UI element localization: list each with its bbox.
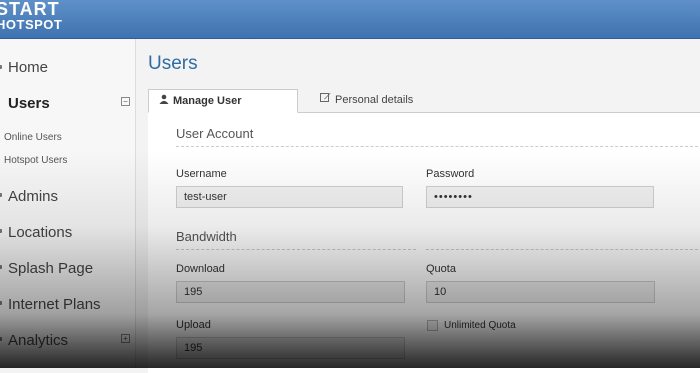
user-account-heading: User Account — [176, 126, 254, 141]
divider — [426, 249, 700, 250]
brand-logo-line2: HOTSPOT — [0, 17, 63, 32]
manage-user-panel: User Account Username Password Bandwidth… — [148, 112, 700, 373]
brand-logo[interactable]: START HOTSPOT — [0, 0, 63, 32]
sidebar-item-analytics[interactable]: Analytics — [8, 332, 68, 349]
bullet-icon — [0, 265, 2, 269]
bullet-icon — [0, 301, 2, 305]
brand-logo-line1: START — [0, 0, 60, 19]
sidebar: Home Users − Online Users Hotspot Users … — [0, 39, 136, 368]
page-title: Users — [148, 53, 198, 74]
bullet-icon — [0, 193, 2, 197]
sidebar-item-splash-page[interactable]: Splash Page — [8, 260, 93, 277]
upload-label: Upload — [176, 319, 211, 331]
sidebar-item-locations[interactable]: Locations — [8, 224, 72, 241]
sidebar-subitem-online-users[interactable]: Online Users — [4, 132, 62, 143]
bandwidth-heading: Bandwidth — [176, 229, 237, 244]
tab-personal-details[interactable]: Personal details — [310, 89, 413, 111]
unlimited-quota-label: Unlimited Quota — [444, 320, 516, 331]
username-field[interactable] — [176, 186, 403, 208]
password-label: Password — [426, 168, 475, 180]
username-label: Username — [176, 168, 227, 180]
bullet-icon — [0, 337, 2, 341]
divider — [176, 249, 416, 250]
edit-icon — [320, 89, 331, 111]
top-header-bar: START HOTSPOT — [0, 0, 700, 39]
download-label: Download — [176, 263, 225, 275]
quota-field[interactable] — [426, 281, 655, 303]
tab-personal-details-label: Personal details — [335, 94, 414, 106]
upload-field[interactable] — [176, 337, 405, 359]
quota-label: Quota — [426, 263, 456, 275]
sidebar-subitem-hotspot-users[interactable]: Hotspot Users — [4, 155, 67, 166]
sidebar-item-admins[interactable]: Admins — [8, 188, 58, 205]
download-field[interactable] — [176, 281, 405, 303]
user-icon — [159, 90, 169, 112]
bullet-icon — [0, 65, 2, 69]
expand-icon[interactable]: + — [121, 334, 130, 343]
password-field[interactable] — [426, 186, 654, 208]
sidebar-item-home[interactable]: Home — [8, 59, 48, 76]
tab-manage-user[interactable]: Manage User — [148, 89, 298, 113]
tab-manage-user-label: Manage User — [173, 95, 242, 107]
main-content: Users Manage User Personal details User … — [136, 39, 700, 373]
unlimited-quota-checkbox[interactable] — [427, 320, 438, 331]
sidebar-item-users[interactable]: Users — [8, 95, 50, 112]
sidebar-item-internet-plans[interactable]: Internet Plans — [8, 296, 101, 313]
bullet-icon — [0, 229, 2, 233]
collapse-icon[interactable]: − — [121, 97, 130, 106]
divider — [176, 146, 700, 147]
